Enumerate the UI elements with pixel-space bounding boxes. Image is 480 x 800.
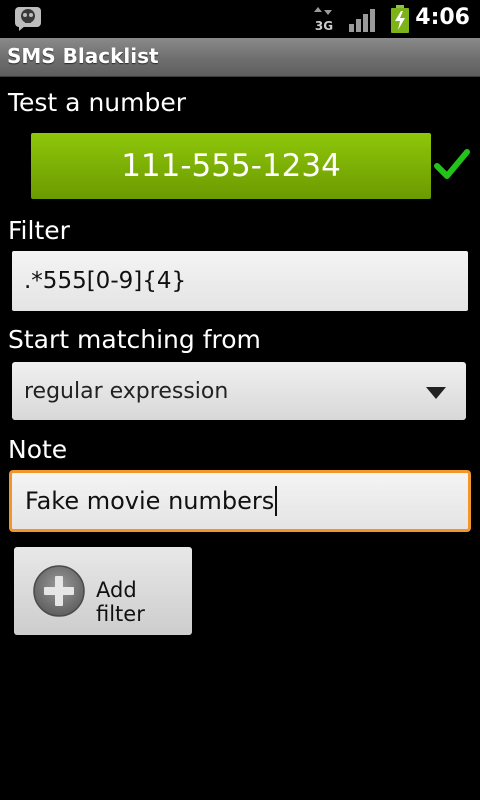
note-input[interactable]: Fake movie numbers bbox=[9, 470, 471, 532]
matching-select[interactable]: regular expression bbox=[12, 362, 466, 420]
text-caret bbox=[275, 486, 278, 516]
note-value: Fake movie numbers bbox=[25, 487, 275, 515]
filter-label: Filter bbox=[8, 216, 70, 245]
status-clock: 4:06 bbox=[415, 5, 470, 30]
add-plus-icon bbox=[33, 565, 85, 617]
filter-input[interactable]: .*555[0-9]{4} bbox=[12, 251, 468, 311]
matching-selected-value: regular expression bbox=[24, 378, 229, 404]
matching-label: Start matching from bbox=[8, 325, 261, 354]
title-bar: SMS Blacklist bbox=[0, 38, 480, 77]
app-title: SMS Blacklist bbox=[7, 44, 159, 68]
note-label: Note bbox=[8, 435, 68, 464]
dropdown-arrow-icon bbox=[426, 387, 446, 399]
signal-icon bbox=[349, 9, 375, 32]
network-3g-icon: 3G bbox=[314, 7, 333, 32]
test-number-button[interactable]: 111-555-1234 bbox=[31, 133, 431, 199]
battery-charging-icon bbox=[391, 5, 409, 33]
test-number-value: 111-555-1234 bbox=[121, 148, 341, 184]
add-filter-label: Add filter bbox=[96, 578, 145, 626]
network-label: 3G bbox=[315, 19, 333, 32]
add-filter-button[interactable]: Add filter bbox=[14, 547, 192, 635]
check-icon bbox=[434, 149, 470, 179]
notification-skull-icon bbox=[15, 7, 41, 31]
status-bar: 3G 4:06 bbox=[0, 0, 480, 38]
test-number-label: Test a number bbox=[8, 88, 187, 117]
